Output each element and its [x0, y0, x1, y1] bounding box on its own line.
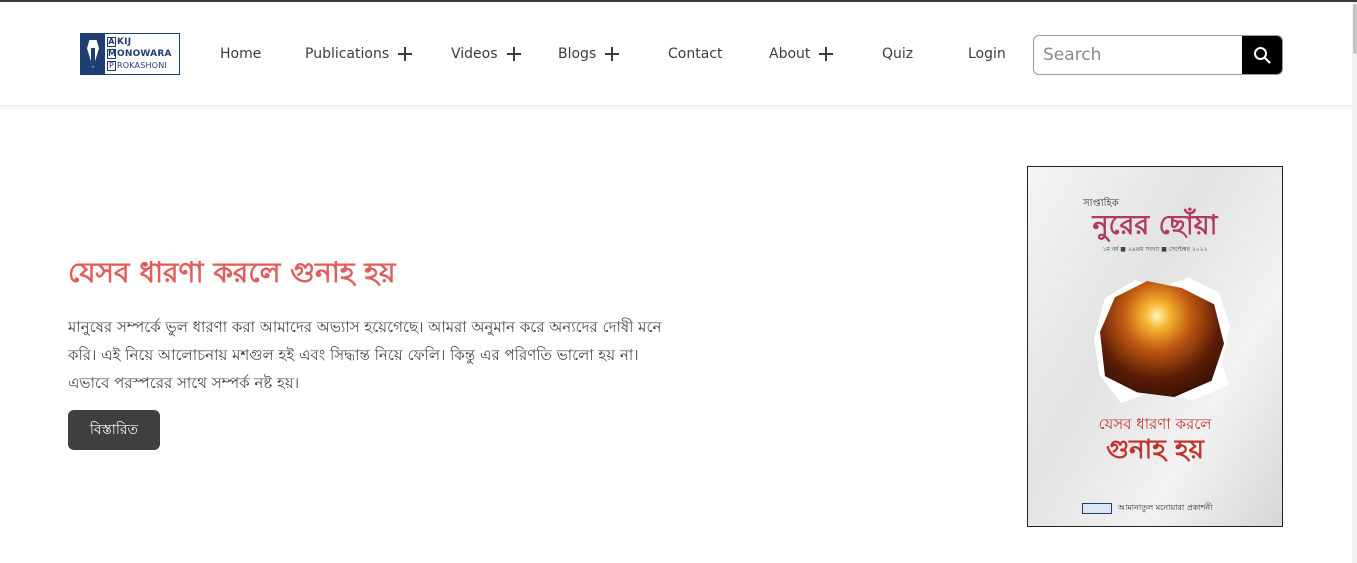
nav-login[interactable]: Login	[968, 42, 1006, 66]
plus-icon[interactable]	[819, 47, 834, 61]
search-input[interactable]	[1034, 36, 1242, 74]
nav-contact-label: Contact	[668, 46, 723, 62]
scrollbar-thumb[interactable]	[1353, 4, 1357, 54]
hero-description: মানুষের সম্পর্কে ভুল ধারণা করা আমাদের অভ…	[68, 318, 662, 392]
nav-login-label: Login	[968, 46, 1006, 62]
plus-icon[interactable]	[605, 47, 620, 61]
details-button[interactable]: বিস্তারিত	[68, 410, 160, 450]
nav-about[interactable]: About	[769, 42, 834, 66]
search-box	[1033, 35, 1283, 75]
site-header: A KIJ M ONOWARA P ROKASHONI Home Publicatio…	[0, 2, 1352, 106]
logo-line-3: P ROKASHONI	[107, 61, 167, 71]
magazine-cover-image[interactable]: সাপ্তাহিক নুরের ছোঁয়া ১ম বর্ষ ■ ২৯তম সং…	[1027, 166, 1283, 527]
nav-about-label: About	[769, 46, 811, 62]
nav-blogs-label: Blogs	[558, 46, 597, 62]
nav-contact[interactable]: Contact	[668, 42, 722, 66]
search-button[interactable]	[1242, 36, 1282, 74]
logo-line-1: A KIJ	[107, 37, 132, 47]
scrollbar-track[interactable]	[1352, 2, 1357, 563]
nav-home-label: Home	[220, 46, 262, 62]
publisher-logo-icon	[1082, 503, 1112, 514]
search-icon	[1254, 47, 1271, 64]
nav-quiz-label: Quiz	[882, 46, 914, 62]
cover-headline-bottom: গুনাহ হয়	[1106, 435, 1204, 465]
nav-videos-label: Videos	[451, 46, 498, 62]
nav-videos[interactable]: Videos	[451, 42, 521, 66]
site-logo[interactable]: A KIJ M ONOWARA P ROKASHONI	[80, 33, 180, 75]
pen-nib-icon	[81, 34, 105, 74]
plus-icon[interactable]	[398, 47, 413, 61]
nav-home[interactable]: Home	[220, 42, 261, 66]
nav-publications-label: Publications	[305, 46, 390, 62]
nav-publications[interactable]: Publications	[305, 42, 413, 66]
nav-blogs[interactable]: Blogs	[558, 42, 620, 66]
cover-issue-line: ১ম বর্ষ ■ ২৯তম সংখ্যা ■ সেপ্টেম্বর ২০২২	[1102, 246, 1208, 253]
nav-quiz[interactable]: Quiz	[882, 42, 913, 66]
plus-icon[interactable]	[506, 47, 521, 61]
cover-publisher: আমানাতুল মনোয়ারা প্রকাশনী	[1118, 503, 1213, 512]
logo-line-2: M ONOWARA	[107, 49, 172, 59]
hero-title: যেসব ধারণা করলে গুনাহ হয়	[68, 256, 396, 289]
logo-wordmark: A KIJ M ONOWARA P ROKASHONI	[105, 36, 172, 72]
